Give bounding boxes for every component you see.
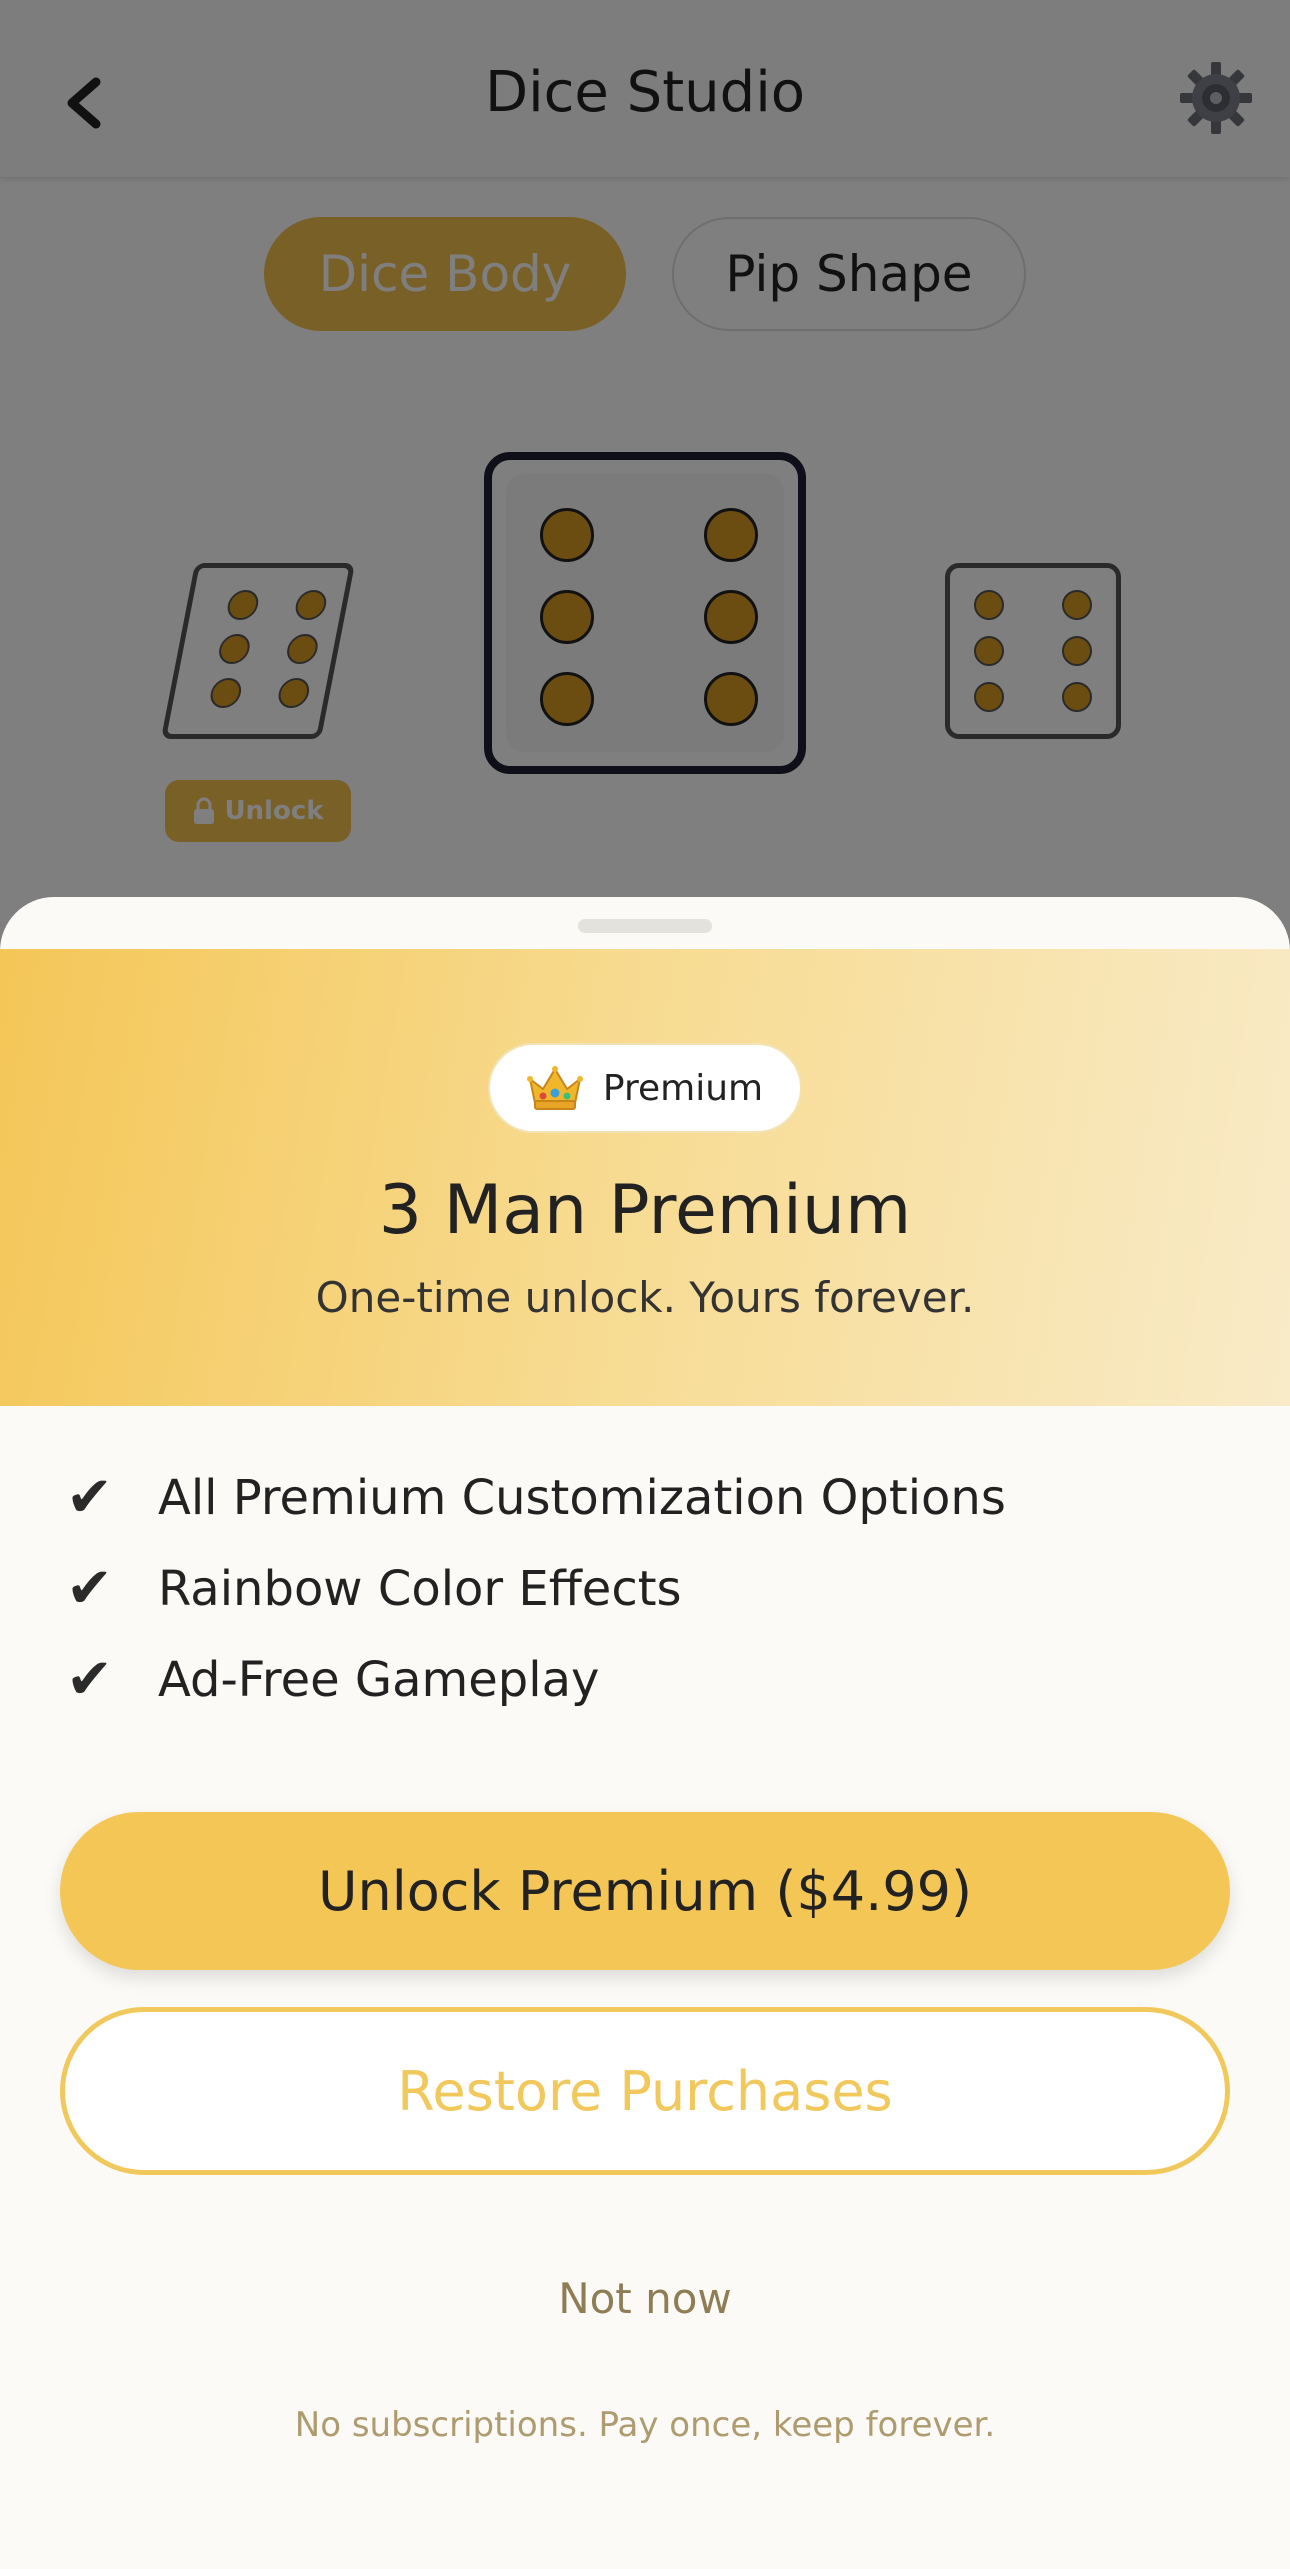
crown-icon bbox=[526, 1066, 583, 1110]
feature-text: Rainbow Color Effects bbox=[158, 1560, 682, 1617]
feature-item: ✔ Rainbow Color Effects bbox=[66, 1543, 1006, 1634]
pricing-footnote: No subscriptions. Pay once, keep forever… bbox=[294, 2405, 996, 2445]
restore-purchases-button[interactable]: Restore Purchases bbox=[60, 2007, 1230, 2175]
premium-chip: Premium bbox=[488, 1043, 802, 1133]
premium-hero: Premium 3 Man Premium One-time unlock. Y… bbox=[0, 949, 1290, 1406]
feature-text: Ad-Free Gameplay bbox=[158, 1651, 600, 1708]
unlock-premium-button[interactable]: Unlock Premium ($4.99) bbox=[60, 1812, 1230, 1970]
feature-item: ✔ Ad-Free Gameplay bbox=[66, 1634, 1006, 1725]
feature-text: All Premium Customization Options bbox=[158, 1469, 1006, 1526]
sheet-grabber[interactable] bbox=[578, 919, 712, 933]
premium-chip-label: Premium bbox=[602, 1067, 764, 1109]
sheet-title: 3 Man Premium bbox=[378, 1171, 912, 1250]
feature-item: ✔ All Premium Customization Options bbox=[66, 1452, 1006, 1543]
not-now-link[interactable]: Not now bbox=[0, 2274, 1290, 2323]
feature-list: ✔ All Premium Customization Options ✔ Ra… bbox=[66, 1452, 1006, 1725]
sheet-subtitle: One-time unlock. Yours forever. bbox=[315, 1273, 975, 1322]
check-icon: ✔ bbox=[66, 1556, 113, 1621]
check-icon: ✔ bbox=[66, 1647, 113, 1712]
check-icon: ✔ bbox=[66, 1465, 113, 1530]
premium-bottom-sheet: Premium 3 Man Premium One-time unlock. Y… bbox=[0, 897, 1290, 2569]
